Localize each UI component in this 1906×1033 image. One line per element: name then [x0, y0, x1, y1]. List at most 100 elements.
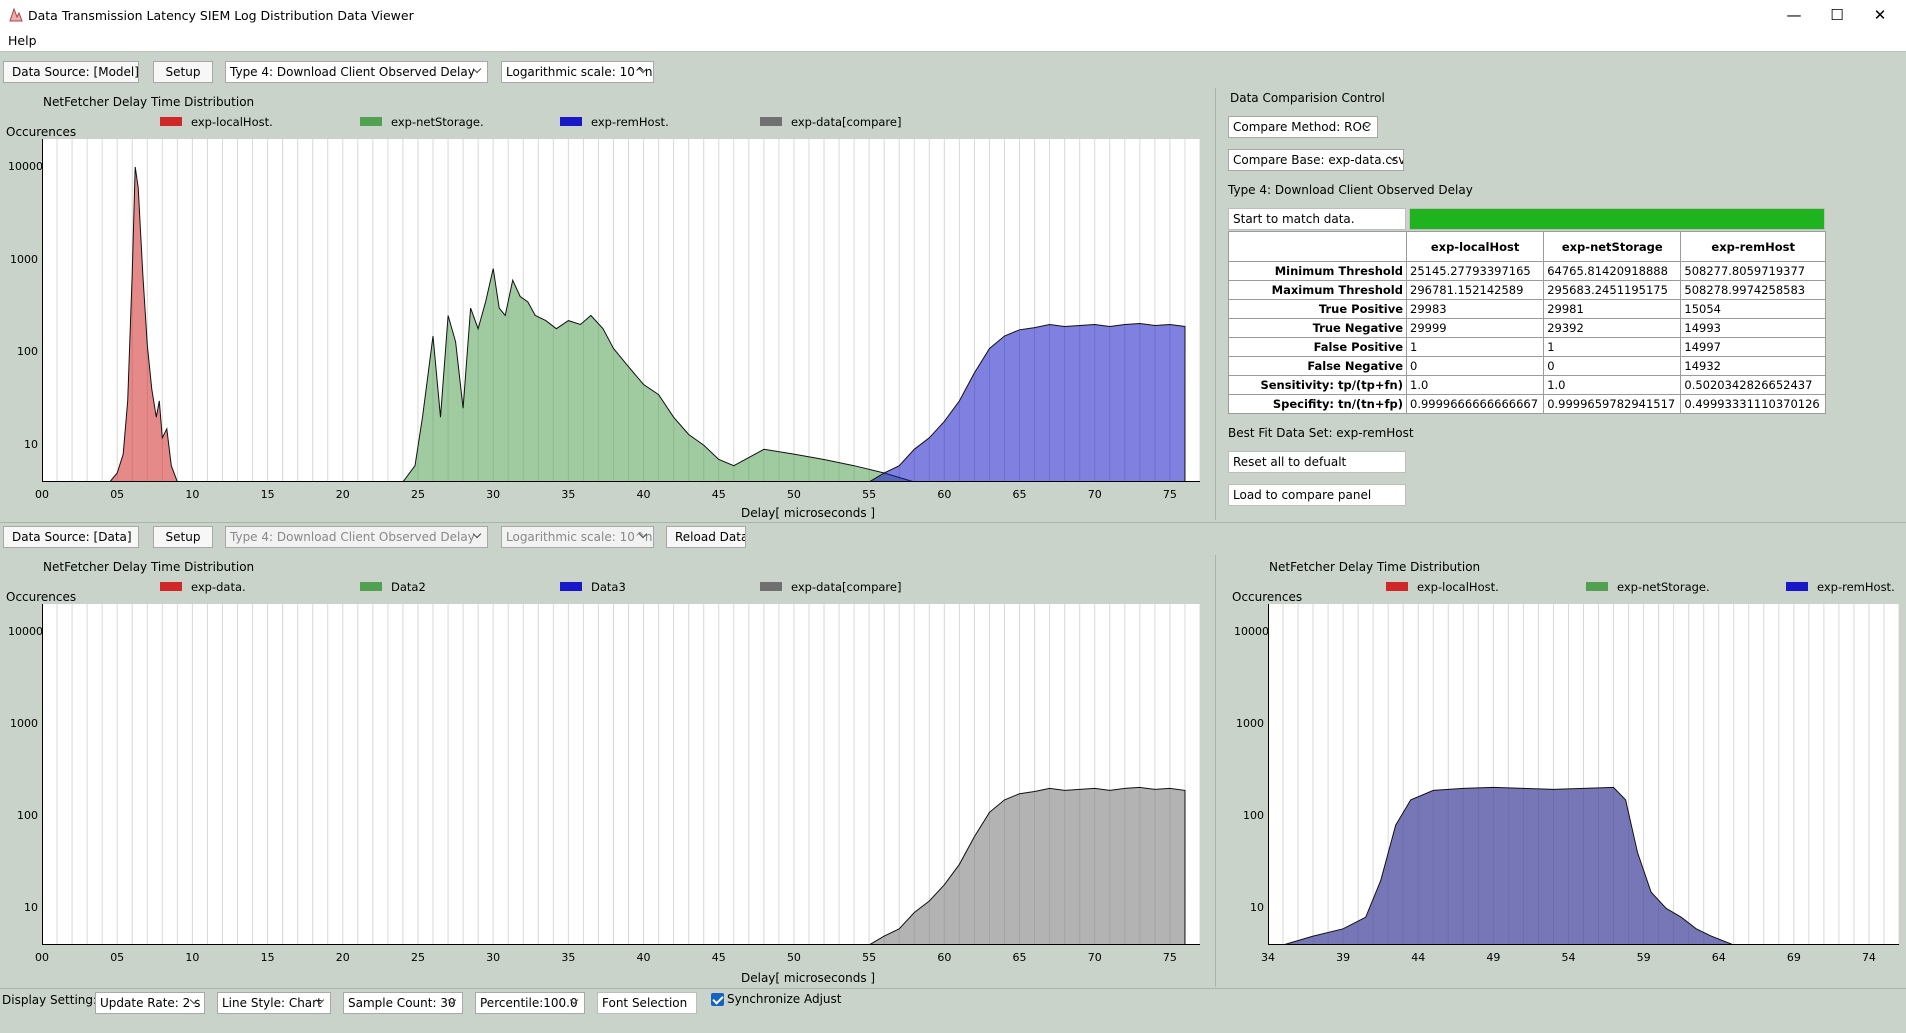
- x-tick-label: 75: [1162, 951, 1177, 964]
- results-cell: 296781.152142589: [1405, 280, 1545, 300]
- legend-swatch: [1786, 582, 1808, 591]
- chevron-down-icon: [473, 65, 483, 77]
- chevron-down-icon: [1363, 120, 1373, 132]
- type-select[interactable]: Type 4: Download Client Observed Delay: [225, 61, 488, 83]
- reload-data-button[interactable]: Reload Data: [666, 526, 746, 548]
- results-row-label: True Negative: [1228, 318, 1407, 338]
- br-chart-plot: [1267, 604, 1900, 946]
- maximize-icon[interactable]: ☐: [1817, 4, 1857, 26]
- load-compare-button[interactable]: Load to compare panel: [1228, 484, 1406, 506]
- legend-swatch: [160, 117, 182, 126]
- line-style-select[interactable]: Line Style: Chart: [217, 992, 331, 1014]
- results-row: Maximum Threshold 296781.152142589 295683.…: [1228, 280, 1826, 300]
- synchronize-checkbox[interactable]: [711, 993, 724, 1006]
- results-cell: 508277.8059719377: [1680, 261, 1826, 281]
- results-cell: 508278.9974258583: [1680, 280, 1826, 300]
- legend-label: exp-netStorage.: [391, 115, 484, 129]
- y-tick-label: 10000: [8, 624, 43, 638]
- series-area: [867, 786, 1186, 946]
- x-tick-label: 30: [486, 488, 501, 501]
- x-tick-label: 05: [110, 951, 125, 964]
- font-selection-button[interactable]: Font Selection: [597, 992, 697, 1014]
- x-tick-label: 40: [636, 488, 651, 501]
- reset-default-button[interactable]: Reset all to defualt: [1228, 451, 1406, 473]
- br-chart-title: NetFetcher Delay Time Distribution: [1269, 560, 1481, 574]
- top-chart-xlabel: Delay[ microseconds ]: [741, 506, 876, 520]
- data-source-data-button[interactable]: Data Source: [Data]: [3, 526, 139, 548]
- x-tick-label: 45: [711, 951, 726, 964]
- setup-button-2[interactable]: Setup: [153, 526, 213, 548]
- x-tick-label: 20: [335, 488, 350, 501]
- x-tick-label: 20: [335, 951, 350, 964]
- x-tick-label: 70: [1087, 951, 1102, 964]
- title-bar: Data Transmission Latency SIEM Log Distr…: [0, 0, 1906, 30]
- x-tick-label: 25: [410, 951, 425, 964]
- y-tick-label: 10000: [8, 159, 43, 173]
- results-row-label: False Positive: [1228, 337, 1407, 357]
- sample-count-select[interactable]: Sample Count: 30: [343, 992, 463, 1014]
- x-tick-label: 30: [486, 951, 501, 964]
- x-tick-label: 50: [786, 488, 801, 501]
- compare-type-text: Type 4: Download Client Observed Delay: [1228, 183, 1473, 197]
- x-tick-label: 65: [1012, 951, 1027, 964]
- results-cell: 1: [1543, 337, 1682, 357]
- series-area: [867, 322, 1186, 483]
- x-tick-label: 65: [1012, 488, 1027, 501]
- x-tick-label: 34: [1261, 951, 1275, 964]
- chevron-down-icon: [448, 996, 458, 1008]
- compare-method-value: Compare Method: ROC: [1233, 120, 1371, 134]
- start-match-button[interactable]: Start to match data.: [1228, 208, 1406, 230]
- synchronize-label: Synchronize Adjust: [727, 992, 842, 1006]
- y-tick-label: 10: [24, 901, 38, 915]
- legend-swatch: [360, 117, 382, 126]
- setup-button[interactable]: Setup: [153, 61, 213, 83]
- type-select-2[interactable]: Type 4: Download Client Observed Delay: [225, 526, 488, 548]
- scale-select-2[interactable]: Logarithmic scale: 10^n: [501, 526, 654, 548]
- bottom-bar-separator: [0, 988, 1906, 989]
- x-tick-label: 54: [1561, 951, 1576, 964]
- results-cell: 15054: [1680, 299, 1826, 319]
- results-header-row: exp-localHost exp-netStorage exp-remHost: [1228, 231, 1826, 262]
- results-row-label: Maximum Threshold: [1228, 280, 1407, 300]
- compare-method-select[interactable]: Compare Method: ROC: [1228, 116, 1378, 138]
- results-cell: 29983: [1405, 299, 1545, 319]
- match-progress-fill: [1410, 209, 1824, 229]
- bottom-separator: [1215, 555, 1216, 987]
- results-cell: 295683.2451195175: [1543, 280, 1682, 300]
- menu-bar: Help: [0, 30, 1906, 52]
- x-tick-label: 15: [260, 951, 275, 964]
- data-source-model-button[interactable]: Data Source: [Model]: [3, 61, 139, 83]
- menu-help[interactable]: Help: [8, 33, 37, 48]
- top-chart-svg: [41, 139, 1201, 483]
- results-cell: 0.5020342826652437: [1680, 375, 1826, 395]
- results-cell: 14993: [1680, 318, 1826, 338]
- legend-label: exp-remHost.: [1817, 580, 1895, 594]
- results-cell: 0: [1543, 356, 1682, 376]
- scale-select[interactable]: Logarithmic scale: 10^n: [501, 61, 654, 83]
- x-tick-label: 60: [937, 488, 952, 501]
- results-cell: 0.49993331110370126: [1680, 394, 1826, 414]
- results-row: True Positive 29983 29981 15054: [1228, 299, 1826, 319]
- results-row: Minimum Threshold 25145.27793397165 64765.…: [1228, 261, 1826, 281]
- x-tick-label: 39: [1336, 951, 1351, 964]
- scale-select-2-value: Logarithmic scale: 10^n: [506, 530, 653, 544]
- series-area: [109, 166, 179, 483]
- close-icon[interactable]: ✕: [1860, 4, 1900, 26]
- middle-separator: [0, 522, 1906, 523]
- display-setting-label: Display Setting:: [2, 993, 98, 1007]
- results-row: False Negative 0 0 14932: [1228, 356, 1826, 376]
- x-tick-label: 59: [1636, 951, 1651, 964]
- x-tick-label: 35: [561, 951, 576, 964]
- top-separator: [1215, 88, 1216, 520]
- update-rate-select[interactable]: Update Rate: 2 s: [95, 992, 205, 1014]
- x-tick-label: 49: [1486, 951, 1501, 964]
- type-select-2-value: Type 4: Download Client Observed Delay: [230, 530, 475, 544]
- x-tick-label: 40: [636, 951, 651, 964]
- percentile-select[interactable]: Percentile:100.0: [475, 992, 585, 1014]
- bl-chart-svg: [41, 604, 1201, 946]
- minimize-icon[interactable]: —: [1774, 4, 1814, 26]
- line-style-value: Line Style: Chart: [222, 996, 322, 1010]
- compare-base-select[interactable]: Compare Base: exp-data.csv: [1228, 149, 1404, 171]
- results-cell: 1.0: [1405, 375, 1545, 395]
- br-chart-legend: exp-localHost. exp-netStorage. exp-remHost…: [0, 580, 1906, 594]
